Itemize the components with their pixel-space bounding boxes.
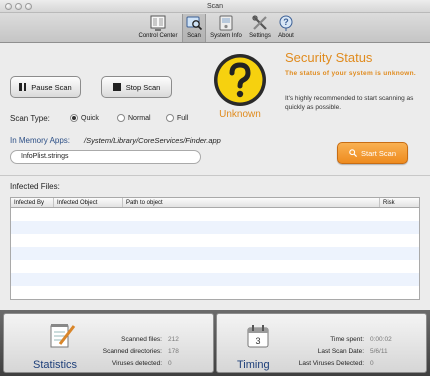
table-row bbox=[11, 260, 419, 273]
column-header-path[interactable]: Path to object bbox=[123, 198, 380, 207]
scanned-directories-stat: Scanned directories: 178 bbox=[102, 348, 179, 355]
toolbar-control-center[interactable]: Control Center bbox=[135, 14, 181, 42]
table-row bbox=[11, 208, 419, 221]
section-divider bbox=[0, 175, 430, 176]
minimize-window-button[interactable] bbox=[15, 3, 22, 10]
infected-files-title: Infected Files: bbox=[10, 182, 60, 191]
table-row bbox=[11, 247, 419, 260]
viruses-detected-stat: Viruses detected: 0 bbox=[111, 360, 172, 367]
radio-icon bbox=[117, 114, 125, 122]
in-memory-app-path: /System/Library/CoreServices/Finder.app bbox=[84, 136, 221, 145]
last-viruses-detected-stat: Last Viruses Detected: 0 bbox=[298, 360, 374, 367]
column-header-risk[interactable]: Risk bbox=[380, 198, 419, 207]
statistics-title: Statistics bbox=[33, 359, 78, 371]
scan-type-label: Scan Type: bbox=[10, 114, 50, 123]
table-row bbox=[11, 234, 419, 247]
table-row bbox=[11, 221, 419, 234]
toolbar: Control Center Scan System Info Settings… bbox=[0, 13, 430, 43]
settings-icon bbox=[252, 15, 267, 30]
toolbar-settings[interactable]: Settings bbox=[246, 14, 274, 42]
stop-scan-button[interactable]: Stop Scan bbox=[101, 76, 172, 98]
svg-text:3: 3 bbox=[255, 336, 260, 346]
toolbar-about[interactable]: ? About bbox=[274, 14, 298, 42]
security-status-title: Security Status bbox=[285, 50, 373, 65]
about-icon: ? bbox=[279, 15, 293, 31]
toolbar-scan[interactable]: Scan bbox=[182, 14, 206, 42]
svg-text:?: ? bbox=[283, 17, 289, 27]
security-status-description: It's highly recommended to start scannin… bbox=[285, 95, 414, 111]
toolbar-system-info[interactable]: System Info bbox=[207, 14, 245, 42]
last-scan-date-stat: Last Scan Date: 5/6/11 bbox=[317, 348, 388, 355]
radio-icon bbox=[166, 114, 174, 122]
current-file-field: InfoPlist.strings bbox=[10, 150, 201, 164]
stop-icon bbox=[112, 83, 121, 91]
system-info-icon bbox=[219, 15, 233, 31]
scan-type-full-radio[interactable]: Full bbox=[166, 114, 188, 122]
zoom-window-button[interactable] bbox=[25, 3, 32, 10]
scan-type-quick-radio[interactable]: Quick bbox=[70, 114, 99, 122]
column-header-infected-by[interactable]: Infected By bbox=[11, 198, 54, 207]
calendar-icon: 3 bbox=[247, 325, 269, 348]
radio-selected-icon bbox=[70, 114, 78, 122]
start-scan-button[interactable]: Start Scan bbox=[337, 142, 408, 164]
table-row bbox=[11, 273, 419, 286]
pause-scan-button[interactable]: Pause Scan bbox=[10, 76, 81, 98]
table-header: Infected By Infected Object Path to obje… bbox=[11, 198, 419, 208]
column-header-infected-object[interactable]: Infected Object bbox=[54, 198, 123, 207]
status-badge: Unknown bbox=[219, 109, 261, 120]
in-memory-apps-label: In Memory Apps: bbox=[10, 136, 71, 145]
question-mark-icon bbox=[214, 54, 266, 106]
notepad-pen-icon bbox=[50, 324, 76, 348]
pause-icon bbox=[19, 83, 27, 91]
window-controls bbox=[5, 3, 32, 10]
security-status-subtitle: The status of your system is unknown. bbox=[285, 70, 417, 77]
magnifier-icon bbox=[349, 149, 357, 157]
timing-title: Timing bbox=[237, 359, 270, 371]
scanned-files-stat: Scanned files: 212 bbox=[121, 336, 179, 343]
time-spent-stat: Time spent: 0:00:02 bbox=[330, 336, 392, 343]
scan-type-normal-radio[interactable]: Normal bbox=[117, 114, 151, 122]
window-title: Scan bbox=[207, 3, 223, 10]
scan-icon bbox=[186, 16, 203, 31]
close-window-button[interactable] bbox=[5, 3, 12, 10]
title-bar: Scan bbox=[0, 0, 430, 13]
table-row bbox=[11, 286, 419, 299]
infected-files-table[interactable]: Infected By Infected Object Path to obje… bbox=[10, 197, 420, 300]
control-center-icon bbox=[150, 15, 166, 31]
